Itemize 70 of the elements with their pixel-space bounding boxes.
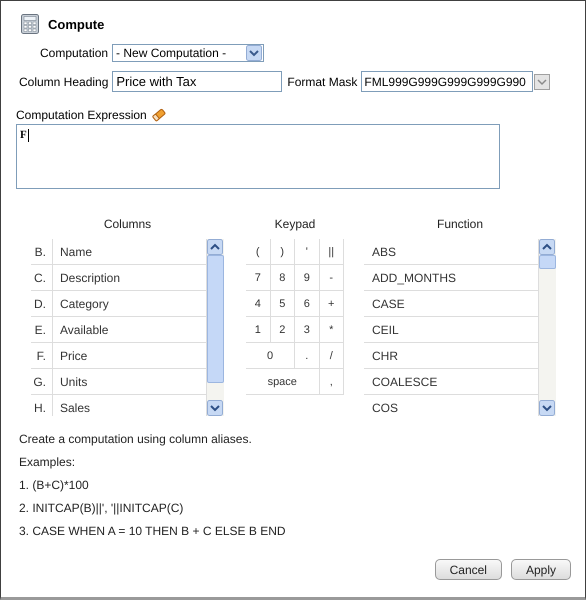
help-text: Examples:	[19, 454, 76, 471]
dialog-button[interactable]: Cancel	[434, 559, 502, 580]
dialog-button[interactable]: Apply	[510, 559, 571, 580]
column-item[interactable]: Name	[53, 244, 92, 258]
scroll-down-icon[interactable]	[207, 400, 223, 416]
column-alias: B.	[31, 239, 53, 264]
column-alias: G.	[31, 369, 53, 394]
function-item[interactable]: COALESCE	[364, 374, 438, 388]
keypad-key[interactable]: ,	[320, 369, 344, 395]
keypad-key[interactable]: 1	[246, 317, 270, 343]
column-alias: F.	[31, 343, 53, 368]
keypad-key[interactable]: .	[295, 343, 320, 369]
scroll-thumb[interactable]	[207, 255, 224, 383]
function-item[interactable]: CASE	[364, 296, 405, 310]
scroll-up-icon[interactable]	[539, 239, 555, 255]
computation-select[interactable]: - New Computation -	[112, 44, 264, 62]
format-mask-label: Format Mask	[287, 74, 358, 88]
help-text: 2. INITCAP(B)||', '||INITCAP(C)	[19, 500, 184, 517]
keypad-key[interactable]: space	[246, 369, 320, 395]
keypad-key[interactable]: +	[320, 291, 344, 317]
column-item[interactable]: Available	[53, 322, 108, 336]
help-text: 1. (B+C)*100	[19, 477, 90, 494]
column-alias: E.	[31, 317, 53, 342]
column-item[interactable]: Units	[53, 374, 88, 388]
column-alias: D.	[31, 291, 53, 316]
columns-heading: Columns	[102, 217, 152, 231]
keypad-key[interactable]: 8	[270, 265, 295, 291]
computation-label: Computation	[40, 46, 108, 60]
function-heading: Function	[436, 217, 484, 231]
column-heading-label: Column Heading	[19, 74, 108, 88]
function-item[interactable]: ABS	[364, 244, 396, 258]
scroll-down-icon[interactable]	[539, 400, 555, 416]
help-text: 3. CASE WHEN A = 10 THEN B + C ELSE B END	[19, 523, 287, 540]
function-item[interactable]: ADD_MONTHS	[364, 270, 456, 284]
keypad-key[interactable]: 5	[270, 291, 295, 317]
dialog-title: Compute	[48, 16, 104, 32]
column-item[interactable]: Description	[53, 270, 120, 284]
column-item[interactable]: Price	[53, 348, 88, 362]
column-alias: C.	[31, 265, 53, 290]
column-alias: H.	[31, 395, 53, 416]
function-item[interactable]: COS	[364, 400, 398, 414]
format-mask-field[interactable]: FML999G999G999G999G990	[361, 71, 534, 92]
scrollbar[interactable]	[206, 239, 224, 416]
scroll-up-icon[interactable]	[207, 239, 223, 255]
keypad-key[interactable]: 6	[295, 291, 320, 317]
keypad-key[interactable]: *	[320, 317, 344, 343]
keypad-key[interactable]: 2	[270, 317, 295, 343]
keypad-key[interactable]: 9	[295, 265, 320, 291]
function-item[interactable]: CEIL	[364, 322, 399, 336]
expression-label: Computation Expression	[16, 108, 147, 122]
keypad-key[interactable]: 7	[246, 265, 270, 291]
keypad-key[interactable]: /	[320, 343, 344, 369]
keypad-key[interactable]: )	[270, 239, 295, 265]
calculator-icon	[21, 14, 39, 34]
keypad-key[interactable]: -	[320, 265, 344, 291]
keypad-key[interactable]: '	[295, 239, 320, 265]
scroll-thumb[interactable]	[539, 255, 556, 269]
keypad-key[interactable]: 4	[246, 291, 270, 317]
function-item[interactable]: CHR	[364, 348, 398, 362]
help-text: Create a computation using column aliases.	[19, 431, 253, 448]
column-item[interactable]: Category	[53, 296, 109, 310]
keypad-key[interactable]: (	[246, 239, 270, 265]
keypad-key[interactable]: 0	[246, 343, 295, 369]
expression-field[interactable]: F	[16, 124, 500, 189]
keypad-heading: Keypad	[274, 217, 316, 231]
keypad-key[interactable]: ||	[320, 239, 344, 265]
column-item[interactable]: Sales	[53, 400, 90, 414]
keypad-key[interactable]: 3	[295, 317, 320, 343]
scrollbar[interactable]	[538, 239, 556, 416]
column-heading-field[interactable]: Price with Tax	[112, 71, 282, 92]
